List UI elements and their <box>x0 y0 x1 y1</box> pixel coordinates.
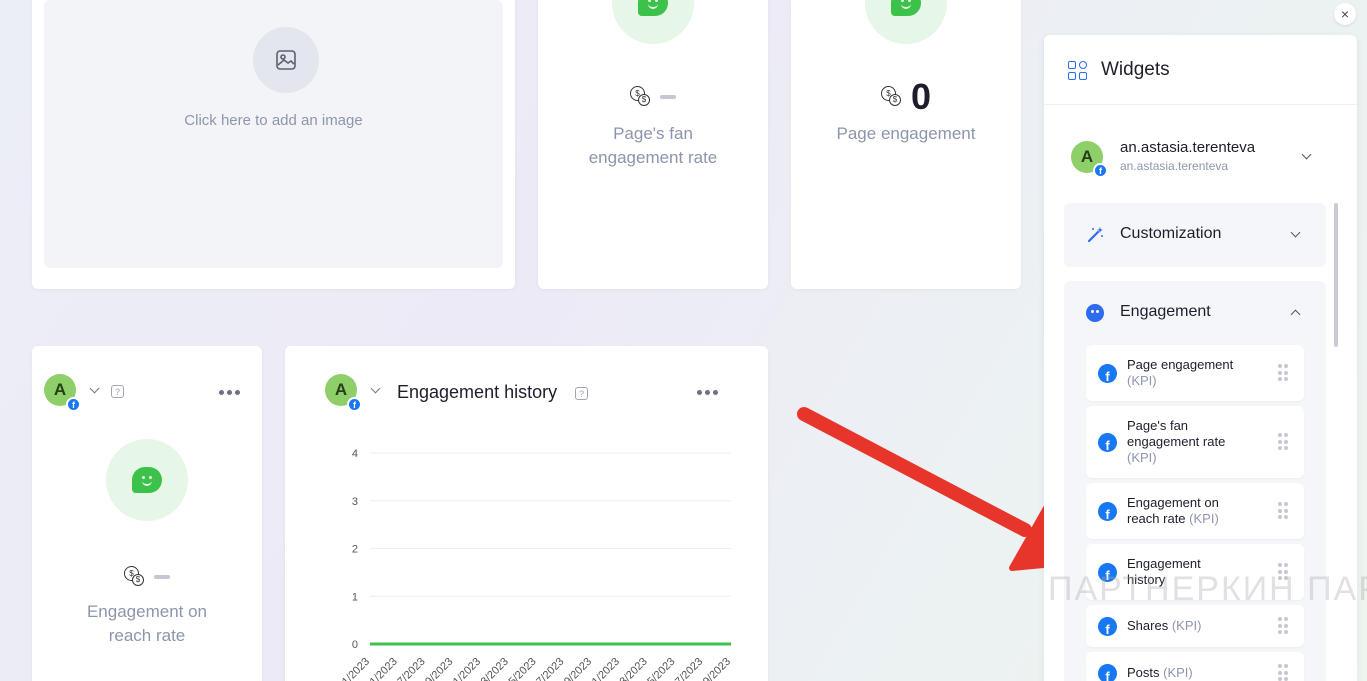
section-title[interactable]: Engagement <box>1120 303 1211 321</box>
chevron-down-icon[interactable] <box>89 383 100 394</box>
facebook-icon: f <box>1098 502 1117 521</box>
help-icon[interactable]: ? <box>111 385 124 398</box>
y-tick-label: 2 <box>352 544 358 556</box>
x-tick-label: 7/2023 <box>673 656 705 681</box>
empty-value-dash <box>660 95 676 99</box>
add-image-area[interactable]: Click here to add an image <box>44 0 503 268</box>
drag-handle-icon[interactable] <box>1278 664 1288 681</box>
x-tick-label: 9/2023 <box>701 656 733 681</box>
widget-item-label: Page engagement (KPI) <box>1127 357 1234 388</box>
facebook-icon: f <box>1098 664 1117 681</box>
kpi-card-fan-engagement-rate: $ $ Page's fan engagement rate <box>538 0 768 289</box>
coins-icon: $ $ <box>124 566 146 588</box>
x-tick-label: 7/2023 <box>395 656 427 681</box>
y-tick-label: 1 <box>352 591 358 603</box>
facebook-icon: f <box>1093 163 1108 178</box>
kpi-label: Engagement on reach rate <box>86 602 208 645</box>
engagement-face-icon <box>106 439 188 521</box>
coins-icon: $ $ <box>630 86 652 108</box>
drag-handle-icon[interactable] <box>1278 364 1288 382</box>
y-tick-label: 0 <box>352 639 358 651</box>
facebook-icon: f <box>66 397 81 412</box>
x-tick-label: 3/2023 <box>618 656 650 681</box>
kpi-label: Page's fan engagement rate <box>588 124 718 167</box>
widget-item-engagement-on-reach-rate[interactable]: f Engagement on reach rate (KPI) <box>1086 483 1304 539</box>
account-name: an.astasia.terenteva <box>1120 139 1256 156</box>
section-title: Customization <box>1120 225 1222 242</box>
image-widget-card: Click here to add an image <box>32 0 515 289</box>
empty-value-dash <box>154 575 170 579</box>
widget-item-posts[interactable]: f Posts (KPI) <box>1086 652 1304 681</box>
engagement-history-card: A f Engagement history ? 4 3 2 1 0 1/2023 1/20… <box>285 346 768 681</box>
account-selector[interactable]: A f an.astasia.terenteva an.astasia.tere… <box>1044 125 1357 185</box>
more-options-icon[interactable] <box>219 390 240 395</box>
chevron-up-icon[interactable] <box>1290 309 1301 320</box>
x-tick-label: 5/2023 <box>645 656 677 681</box>
y-tick-label: 4 <box>352 448 358 460</box>
add-image-text: Click here to add an image <box>184 112 363 129</box>
engagement-face-icon <box>612 0 694 44</box>
drag-handle-icon[interactable] <box>1278 433 1288 451</box>
kpi-card-engagement-on-reach-rate: A f ? $ $ Engagement on reach rate <box>32 346 262 681</box>
magic-wand-icon <box>1087 227 1103 243</box>
x-tick-label: 7/2023 <box>534 656 566 681</box>
x-tick-label: 1/2023 <box>590 656 622 681</box>
x-tick-label: 9/2023 <box>562 656 594 681</box>
engagement-face-icon <box>1086 304 1104 322</box>
kpi-value: 0 <box>910 76 932 117</box>
x-tick-label: 5/2023 <box>506 656 538 681</box>
x-tick-label: 1/2023 <box>368 656 400 681</box>
widget-item-shares[interactable]: f Shares (KPI) <box>1086 605 1304 647</box>
kpi-label: Page engagement <box>836 124 976 143</box>
image-icon <box>253 27 319 93</box>
coins-icon: $ $ <box>880 86 903 108</box>
widget-item-label: Page's fan engagement rate (KPI) <box>1127 418 1226 465</box>
x-tick-label: 3/2023 <box>479 656 511 681</box>
widgets-title: Widgets <box>1101 59 1170 80</box>
close-icon[interactable]: × <box>1334 3 1356 25</box>
facebook-icon: f <box>1098 617 1117 636</box>
widget-item-fan-engagement-rate[interactable]: f Page's fan engagement rate (KPI) <box>1086 406 1304 478</box>
engagement-face-icon <box>865 0 947 44</box>
facebook-icon: f <box>1098 364 1117 383</box>
drag-handle-icon[interactable] <box>1278 617 1288 635</box>
widget-item-label: Posts (KPI) <box>1127 665 1193 680</box>
widget-item-page-engagement[interactable]: f Page engagement (KPI) <box>1086 345 1304 401</box>
x-tick-label: 9/2023 <box>423 656 455 681</box>
widgets-grid-icon <box>1068 61 1087 80</box>
widgets-header: Widgets <box>1044 35 1357 105</box>
widget-item-label: Shares (KPI) <box>1127 618 1202 633</box>
drag-handle-icon[interactable] <box>1278 502 1288 520</box>
account-handle: an.astasia.terenteva <box>1120 159 1229 173</box>
section-customization[interactable]: Customization <box>1064 203 1326 267</box>
panel-scrollbar[interactable] <box>1334 203 1338 347</box>
x-tick-label: 1/2023 <box>451 656 483 681</box>
engagement-history-chart: 432101/20231/20237/20239/20231/20233/202… <box>340 448 733 681</box>
watermark: ПАРТНЕРКИН ПАР <box>1048 570 1367 608</box>
chevron-down-icon[interactable] <box>1301 149 1312 160</box>
widget-item-label: Engagement on reach rate (KPI) <box>1127 495 1219 526</box>
chevron-down-icon[interactable] <box>1290 227 1301 238</box>
y-tick-label: 3 <box>352 496 358 508</box>
x-tick-label: 1/2023 <box>340 656 372 681</box>
kpi-card-page-engagement: $ $ 0 Page engagement <box>791 0 1021 289</box>
facebook-icon: f <box>1098 433 1117 452</box>
